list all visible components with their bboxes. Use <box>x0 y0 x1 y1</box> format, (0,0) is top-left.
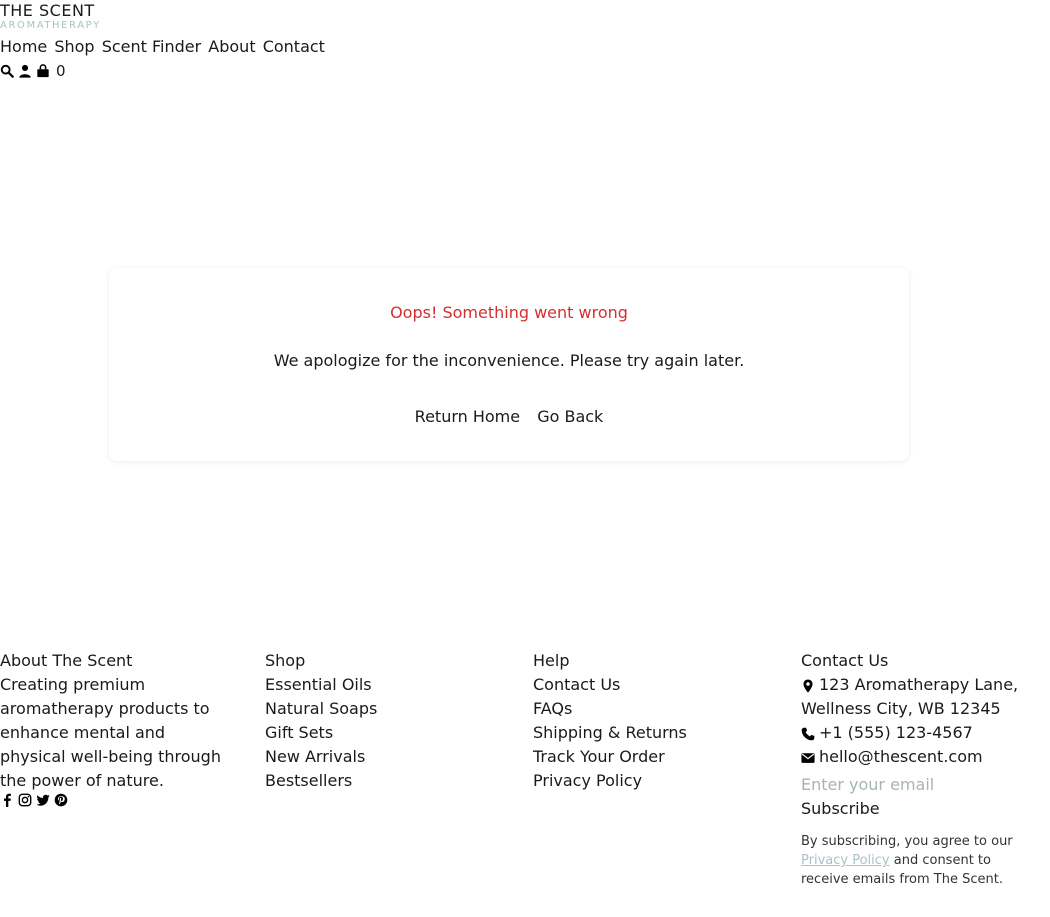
social-links <box>0 793 230 807</box>
footer-contact: Contact Us 123 Aromatherapy Lane, Wellne… <box>801 649 1041 889</box>
phone-icon <box>801 727 815 741</box>
subscribe-button[interactable]: Subscribe <box>801 797 880 821</box>
pinterest-icon[interactable] <box>54 793 68 807</box>
disclaimer-text-before: By subscribing, you agree to our <box>801 834 1013 849</box>
main-nav: Home Shop Scent Finder About Contact <box>0 37 327 56</box>
twitter-icon[interactable] <box>36 793 50 807</box>
footer-help: Help Contact Us FAQs Shipping & Returns … <box>533 649 753 793</box>
footer-link-faqs[interactable]: FAQs <box>533 697 753 721</box>
return-home-button[interactable]: Return Home <box>415 407 520 426</box>
footer-about-text: Creating premium aromatherapy products t… <box>0 675 221 790</box>
nav-home[interactable]: Home <box>0 37 47 56</box>
nav-about[interactable]: About <box>208 37 255 56</box>
footer-shop: Shop Essential Oils Natural Soaps Gift S… <box>265 649 465 793</box>
error-card: Oops! Something went wrong We apologize … <box>109 268 909 461</box>
envelope-icon <box>801 751 815 765</box>
facebook-icon[interactable] <box>0 793 14 807</box>
footer-link-shipping-returns[interactable]: Shipping & Returns <box>533 721 753 745</box>
newsletter-email-input[interactable] <box>801 773 1021 797</box>
cart-count[interactable]: 0 <box>56 62 66 80</box>
footer-about-title: About The Scent <box>0 651 133 670</box>
error-actions: Return Home Go Back <box>109 407 909 426</box>
newsletter-disclaimer: By subscribing, you agree to our Privacy… <box>801 832 1041 889</box>
user-icon[interactable] <box>18 64 32 78</box>
nav-scent-finder[interactable]: Scent Finder <box>102 37 202 56</box>
footer-link-contact-us[interactable]: Contact Us <box>533 673 753 697</box>
error-title: Oops! Something went wrong <box>390 303 628 322</box>
contact-phone-text[interactable]: +1 (555) 123-4567 <box>819 723 973 742</box>
shopping-bag-icon[interactable] <box>36 64 50 78</box>
contact-address: 123 Aromatherapy Lane, Wellness City, WB… <box>801 673 1041 721</box>
footer-link-new-arrivals[interactable]: New Arrivals <box>265 745 465 769</box>
footer-contact-title: Contact Us <box>801 651 889 670</box>
instagram-icon[interactable] <box>18 793 32 807</box>
footer-help-title: Help <box>533 651 570 670</box>
search-icon[interactable] <box>0 64 14 78</box>
footer-link-natural-soaps[interactable]: Natural Soaps <box>265 697 465 721</box>
brand-subtitle: AROMATHERAPY <box>0 20 101 31</box>
footer-link-privacy-policy[interactable]: Privacy Policy <box>533 769 753 793</box>
contact-phone: +1 (555) 123-4567 <box>801 721 1041 745</box>
contact-email-text[interactable]: hello@thescent.com <box>819 747 983 766</box>
map-marker-icon <box>801 678 815 693</box>
footer-link-track-order[interactable]: Track Your Order <box>533 745 753 769</box>
error-message: We apologize for the inconvenience. Plea… <box>273 351 745 370</box>
brand-title[interactable]: THE SCENT <box>0 1 95 20</box>
footer-about: About The Scent Creating premium aromath… <box>0 649 230 807</box>
disclaimer-privacy-link[interactable]: Privacy Policy <box>801 853 890 868</box>
go-back-button[interactable]: Go Back <box>537 407 603 426</box>
header-actions: 0 <box>0 62 66 80</box>
contact-email: hello@thescent.com <box>801 745 1041 769</box>
footer-link-bestsellers[interactable]: Bestsellers <box>265 769 465 793</box>
nav-shop[interactable]: Shop <box>54 37 94 56</box>
nav-contact[interactable]: Contact <box>263 37 325 56</box>
contact-address-text: 123 Aromatherapy Lane, Wellness City, WB… <box>801 675 1019 718</box>
footer-link-gift-sets[interactable]: Gift Sets <box>265 721 465 745</box>
footer-link-essential-oils[interactable]: Essential Oils <box>265 673 465 697</box>
footer-shop-title: Shop <box>265 651 306 670</box>
